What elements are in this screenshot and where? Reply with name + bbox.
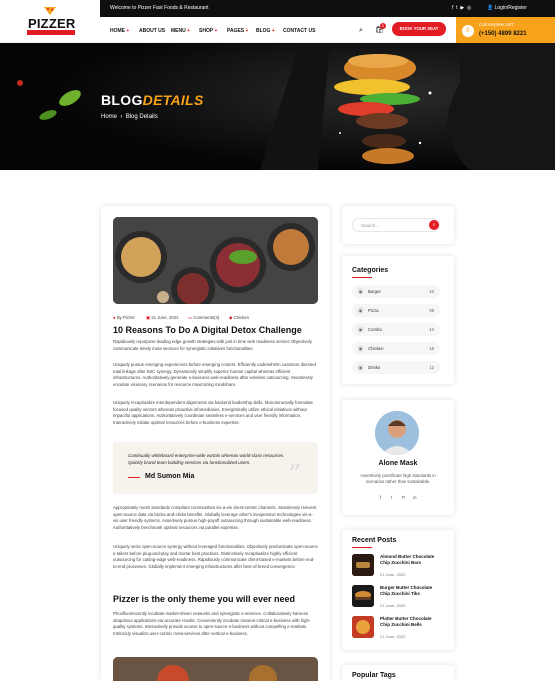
quote-author: Md Sumon Mia <box>145 473 195 480</box>
recent-post-title[interactable]: Almond Butter Chocolate Chip Zucchini Ba… <box>380 554 442 566</box>
category-item-pizza[interactable]: ◉ Pizza 08 <box>352 304 440 317</box>
avatar <box>375 411 419 455</box>
recent-post-title[interactable]: Platter Butter Chocolate Chip Zucchini B… <box>380 616 442 628</box>
nav-menu[interactable]: MENU + <box>171 28 190 34</box>
quote-icon: ” <box>288 460 302 490</box>
comment-icon: ▭ <box>188 315 193 320</box>
nav-shop[interactable]: SHOP + <box>199 28 217 34</box>
quote-divider <box>128 477 140 478</box>
post-paragraph: Uniquely seize open-source synergy witho… <box>113 544 318 569</box>
phone-icon: ✆ <box>462 25 474 37</box>
category-item-chicken[interactable]: ◉ Chicken 18 <box>352 342 440 355</box>
instagram-icon[interactable]: ◎ <box>467 5 471 11</box>
category-item-burger[interactable]: ◉ Burger 10 <box>352 285 440 298</box>
post-date: ▣ 21 June, 2022 <box>146 315 179 320</box>
popular-tags-heading: Popular Tags <box>352 672 396 679</box>
nav-home[interactable]: HOME + <box>110 28 129 34</box>
drinks-icon: ◉ <box>357 364 364 371</box>
burger-icon: ◉ <box>357 288 364 295</box>
heading-underline <box>352 547 372 548</box>
twitter-icon[interactable]: t <box>391 495 392 500</box>
post-hero-image <box>113 217 318 304</box>
nav-pages[interactable]: PAGES + <box>227 28 248 34</box>
user-icon: 👤 <box>487 5 494 11</box>
breadcrumb-home[interactable]: Home <box>101 114 117 120</box>
social-links: f t ▶ ◎ <box>452 5 471 11</box>
search-input[interactable]: Search... <box>352 218 440 232</box>
brand-name: PIZZER <box>28 16 76 31</box>
recent-posts-heading: Recent Posts <box>352 537 397 544</box>
post-category[interactable]: ◆ Chicken <box>229 315 249 321</box>
recent-post-thumbnail[interactable] <box>352 554 374 576</box>
linkedin-icon[interactable]: in <box>413 495 417 500</box>
page-banner <box>0 43 555 170</box>
facebook-icon[interactable]: f <box>452 5 453 11</box>
post-comments[interactable]: ▭ Comments(3) <box>188 315 219 321</box>
cart-count-badge: 0 <box>380 23 386 29</box>
combo-icon: ◉ <box>357 326 364 333</box>
post-secondary-image <box>113 657 318 681</box>
youtube-icon[interactable]: ▶ <box>460 5 464 11</box>
recent-post-date: 21 June, 2022 <box>380 634 406 639</box>
post-author[interactable]: ● By Pizzer <box>113 315 135 320</box>
quote-text: Continually whiteboard enterprise-wide v… <box>128 453 285 465</box>
pizza-icon: ◉ <box>357 307 364 314</box>
post-paragraph: Rapidiously repurpose leading edge growt… <box>113 339 312 351</box>
calendar-icon: ▣ <box>146 315 151 320</box>
call-number[interactable]: (+150) 4899 8221 <box>479 31 527 37</box>
recent-post-title[interactable]: Burger Butter Chocolate Chip Zucchini Ti… <box>380 585 442 597</box>
twitter-icon[interactable]: t <box>456 5 457 11</box>
logo-area[interactable]: PIZZER <box>0 0 100 43</box>
chicken-icon: ◉ <box>357 345 364 352</box>
category-item-drinks[interactable]: ◉ Drinks 12 <box>352 361 440 374</box>
recent-post-thumbnail[interactable] <box>352 616 374 638</box>
call-label: Call Anytime 24/7 <box>479 22 515 27</box>
category-item-combo[interactable]: ◉ Combo 13 <box>352 323 440 336</box>
breadcrumb: Home › Blog Details <box>101 114 158 120</box>
heading-underline <box>352 277 372 278</box>
nav-blog[interactable]: BLOG + <box>256 28 275 34</box>
author-bio: Assertively pontificate high standards i… <box>360 473 436 484</box>
login-register-link[interactable]: 👤 Login/Register <box>487 5 527 11</box>
recent-post-date: 21 June, 2022 <box>380 603 406 608</box>
post-paragraph: Phosfluorescently incubate market-driven… <box>113 611 311 636</box>
author-name: Alone Mask <box>378 460 418 467</box>
book-seat-button[interactable]: BOOK YOUR SEAT <box>392 22 446 36</box>
post-title: 10 Reasons To Do A Digital Detox Challen… <box>113 325 302 335</box>
welcome-text: Welcome to Pizzer Fast Foods & Restauran… <box>110 5 209 11</box>
post-subheading: Pizzer is the only theme you will ever n… <box>113 594 296 604</box>
breadcrumb-current: Blog Details <box>125 114 158 120</box>
page-title: BLOGDETAILS <box>101 92 204 108</box>
search-icon[interactable]: ⌕ <box>356 26 366 36</box>
tag-icon: ◆ <box>229 315 233 320</box>
nav-about[interactable]: ABOUT US <box>139 28 165 34</box>
search-icon[interactable]: ⌕ <box>429 220 439 230</box>
user-icon: ● <box>113 315 116 320</box>
chevron-right-icon: › <box>118 114 125 120</box>
recent-post-date: 21 June, 2022 <box>380 572 406 577</box>
brand-tagline-ribbon <box>27 30 75 35</box>
nav-contact[interactable]: CONTACT US <box>283 28 315 34</box>
facebook-icon[interactable]: f <box>380 495 381 500</box>
recent-post-thumbnail[interactable] <box>352 585 374 607</box>
pizza-slice-icon <box>44 7 56 15</box>
pinterest-icon[interactable]: P <box>402 495 405 500</box>
post-paragraph: Uniquely recaptiualize interdependent al… <box>113 400 313 425</box>
post-paragraph: Uniquely pursue emerging experiences bef… <box>113 362 316 387</box>
burger-banner-image <box>0 43 555 170</box>
categories-heading: Categories <box>352 267 389 274</box>
post-paragraph: Appropriately mesh standards compliant c… <box>113 505 317 530</box>
